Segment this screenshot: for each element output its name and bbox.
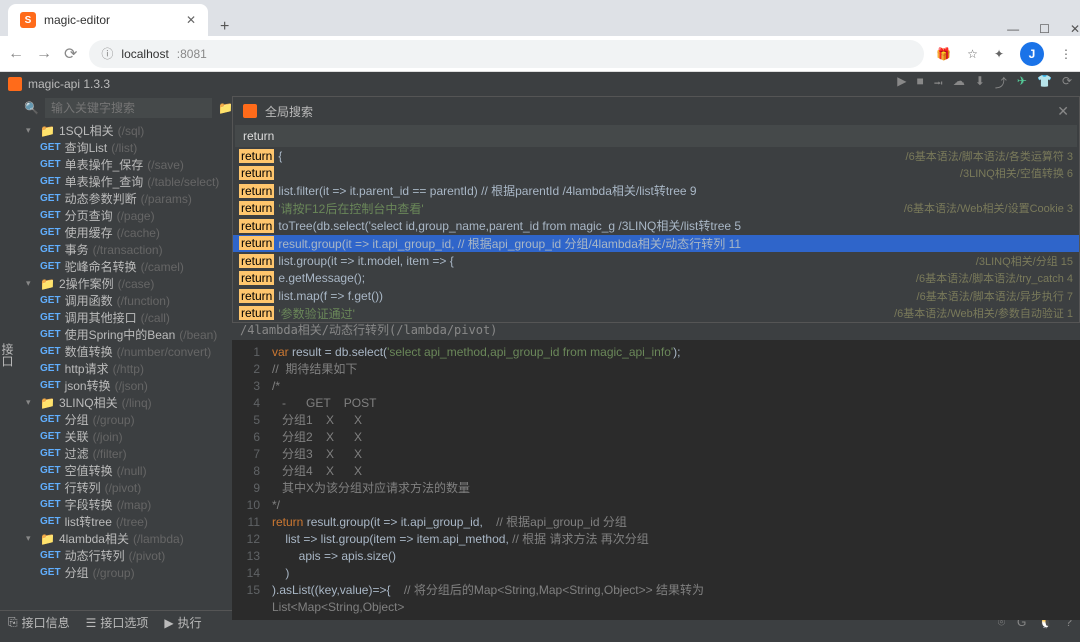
tab-title: magic-editor	[44, 13, 178, 27]
window-minimize-icon[interactable]: —	[1007, 22, 1019, 36]
search-result[interactable]: returnlist.filter(it => it.parent_id == …	[233, 182, 1079, 200]
code-line: 13 apis => apis.size()	[232, 548, 1080, 565]
push-icon[interactable]: ⤴	[995, 74, 1007, 95]
search-result[interactable]: returnlist.map(f => f.get())/6基本语法/脚本语法/…	[233, 287, 1079, 305]
footer-api-info[interactable]: ⎘接口信息	[8, 614, 70, 631]
code-line: 8 分组4 X X	[232, 463, 1080, 480]
search-title: 全局搜索	[265, 103, 313, 120]
app-logo	[8, 77, 22, 91]
code-editor[interactable]: 1var result = db.select('select api_meth…	[232, 340, 1080, 620]
code-line: List<Map<String,Object>	[232, 599, 1080, 616]
tree-item[interactable]: GET 空值转换(/null)	[18, 462, 232, 479]
download-icon[interactable]: ⬇	[975, 74, 985, 95]
sidebar-tab-0[interactable]: 接口	[0, 100, 18, 610]
forward-button[interactable]: →	[36, 45, 52, 63]
tree-item[interactable]: GET 关联(/join)	[18, 428, 232, 445]
tree-item[interactable]: GET 使用缓存(/cache)	[18, 224, 232, 241]
search-result[interactable]: return'参数验证通过'/6基本语法/Web相关/参数自动验证 1	[233, 305, 1079, 323]
favicon: S	[20, 12, 36, 28]
gift-icon[interactable]: 🎁	[936, 47, 951, 61]
code-line: 9 其中X为该分组对应请求方法的数量	[232, 480, 1080, 497]
code-line: 12 list => list.group(item => item.api_m…	[232, 531, 1080, 548]
tree-folder[interactable]: ▾📁2操作案例(/case)	[18, 275, 232, 292]
tree-item[interactable]: GET http请求(/http)	[18, 360, 232, 377]
tree-item[interactable]: GET 分组(/group)	[18, 411, 232, 428]
search-result[interactable]: return/3LINQ相关/空值转换 6	[233, 165, 1079, 183]
tree-item[interactable]: GET 调用其他接口(/call)	[18, 309, 232, 326]
skin-icon[interactable]: 👕	[1037, 74, 1052, 95]
url-host: localhost	[121, 47, 168, 61]
extensions-icon[interactable]: ✦	[994, 47, 1004, 61]
tree-item[interactable]: GET json转换(/json)	[18, 377, 232, 394]
tree-folder[interactable]: ▾📁3LINQ相关(/linq)	[18, 394, 232, 411]
tree-item[interactable]: GET 单表操作_保存(/save)	[18, 156, 232, 173]
run-icon[interactable]: ▶	[897, 74, 906, 95]
tree-item[interactable]: GET 数值转换(/number/convert)	[18, 343, 232, 360]
profile-avatar[interactable]: J	[1020, 42, 1044, 66]
menu-icon[interactable]: ⋮	[1060, 47, 1072, 61]
window-close-icon[interactable]: ✕	[1070, 22, 1080, 36]
tree-item[interactable]: GET 动态行转列(/pivot)	[18, 547, 232, 564]
tree-item[interactable]: GET 使用Spring中的Bean(/bean)	[18, 326, 232, 343]
window-maximize-icon[interactable]: ☐	[1039, 22, 1050, 36]
close-icon[interactable]: ✕	[1057, 103, 1069, 120]
tree-item[interactable]: GET 分组(/group)	[18, 564, 232, 581]
code-line: 2// 期待结果如下	[232, 361, 1080, 378]
code-line: 1var result = db.select('select api_meth…	[232, 344, 1080, 361]
code-line: 7 分组3 X X	[232, 446, 1080, 463]
tree-item[interactable]: GET 行转列(/pivot)	[18, 479, 232, 496]
code-line: 6 分组2 X X	[232, 429, 1080, 446]
site-info-icon[interactable]: ⓘ	[101, 45, 113, 62]
browser-tab[interactable]: S magic-editor ✕	[8, 4, 208, 36]
code-line: 4 - GET POST	[232, 395, 1080, 412]
back-button[interactable]: ←	[8, 45, 24, 63]
tree-folder[interactable]: ▾📁4lambda相关(/lambda)	[18, 530, 232, 547]
search-result[interactable]: return'请按F12后在控制台中查看'/6基本语法/Web相关/设置Cook…	[233, 200, 1079, 218]
tree-item[interactable]: GET 驼峰命名转换(/camel)	[18, 258, 232, 275]
new-tab-button[interactable]: +	[208, 18, 241, 36]
send-icon[interactable]: ✈	[1017, 74, 1027, 95]
search-result[interactable]: returne.getMessage();/6基本语法/脚本语法/try_cat…	[233, 270, 1079, 288]
tab-close-icon[interactable]: ✕	[186, 13, 196, 27]
star-icon[interactable]: ☆	[967, 47, 978, 61]
tree-item[interactable]: GET list转tree(/tree)	[18, 513, 232, 530]
tree-item[interactable]: GET 调用函数(/function)	[18, 292, 232, 309]
tree-item[interactable]: GET 单表操作_查询(/table/select)	[18, 173, 232, 190]
code-line: 5 分组1 X X	[232, 412, 1080, 429]
tree-item[interactable]: GET 字段转换(/map)	[18, 496, 232, 513]
code-line: 14 )	[232, 565, 1080, 582]
code-line: 11return result.group(it => it.api_group…	[232, 514, 1080, 531]
code-line: 10*/	[232, 497, 1080, 514]
code-line: 15).asList((key,value)=>{ // 将分组后的Map<St…	[232, 582, 1080, 599]
reload-button[interactable]: ⟳	[64, 44, 77, 64]
search-result[interactable]: returntoTree(db.select('select id,group_…	[233, 217, 1079, 235]
search-logo	[243, 104, 257, 118]
tree-folder[interactable]: ▾📁1SQL相关(/sql)	[18, 122, 232, 139]
code-line: 3/*	[232, 378, 1080, 395]
tree-item[interactable]: GET 查询List(/list)	[18, 139, 232, 156]
tree-item[interactable]: GET 分页查询(/page)	[18, 207, 232, 224]
footer-api-options[interactable]: ☰接口选项	[86, 614, 149, 631]
upload-icon[interactable]: ☁	[953, 74, 965, 95]
tree-item[interactable]: GET 事务(/transaction)	[18, 241, 232, 258]
search-result[interactable]: returnlist.group(it => it.model, item =>…	[233, 252, 1079, 270]
folder-icon[interactable]: 📁	[218, 101, 232, 115]
footer-run[interactable]: ▶执行	[164, 614, 201, 631]
tree-search-input[interactable]	[45, 98, 212, 118]
search-result[interactable]: returnresult.group(it => it.api_group_id…	[233, 235, 1079, 253]
global-search-panel: 全局搜索 ✕ return{/6基本语法/脚本语法/各类运算符 3return/…	[232, 96, 1080, 323]
app-title: magic-api 1.3.3	[28, 77, 110, 91]
address-bar[interactable]: ⓘ localhost :8081	[89, 40, 924, 68]
tree-item[interactable]: GET 动态参数判断(/params)	[18, 190, 232, 207]
search-icon: 🔍	[24, 101, 39, 115]
global-search-input[interactable]	[235, 125, 1077, 147]
tree-item[interactable]: GET 过滤(/filter)	[18, 445, 232, 462]
refresh-icon[interactable]: ⟳	[1062, 74, 1072, 95]
step-icon[interactable]: ⭲	[934, 74, 943, 95]
stop-icon[interactable]: ■	[917, 74, 924, 95]
url-port: :8081	[177, 47, 207, 61]
search-result[interactable]: return{/6基本语法/脚本语法/各类运算符 3	[233, 147, 1079, 165]
